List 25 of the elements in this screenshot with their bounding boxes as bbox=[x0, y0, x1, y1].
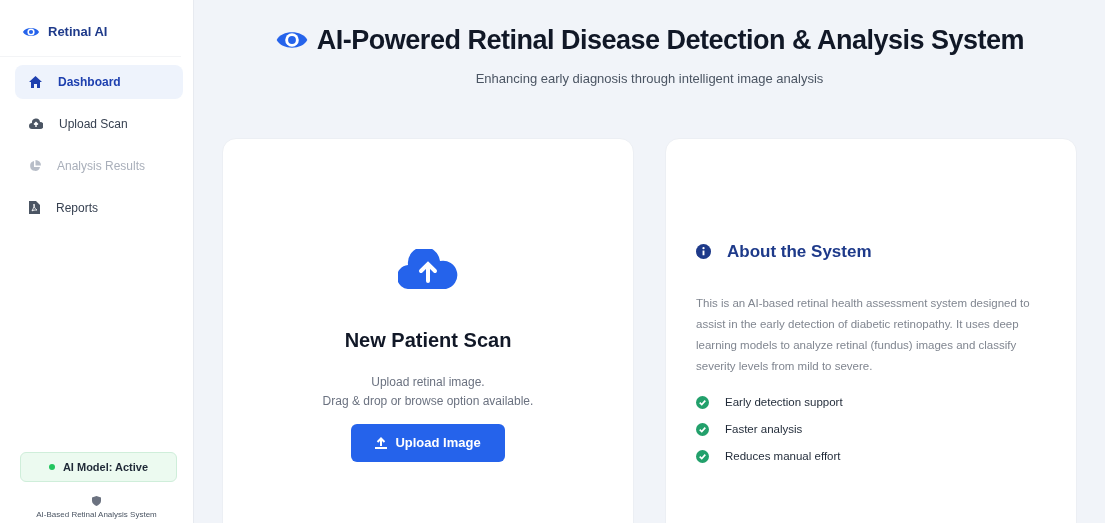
pie-chart-icon bbox=[29, 159, 41, 172]
footer-text: AI-Based Retinal Analysis System bbox=[35, 509, 158, 521]
upload-button[interactable]: Upload Image bbox=[351, 424, 505, 462]
cloud-upload-icon bbox=[29, 118, 43, 129]
brand-name: Retinal AI bbox=[48, 23, 108, 41]
pdf-file-icon bbox=[29, 201, 40, 214]
nav-item[interactable]: Reports bbox=[15, 190, 183, 225]
feature-text: Reduces manual effort bbox=[725, 449, 841, 465]
section-title: About the System bbox=[727, 241, 872, 263]
subtitle: Enhancing early diagnosis through intelligent image analysis bbox=[475, 69, 824, 88]
nav-item[interactable]: Upload Scan bbox=[15, 106, 183, 141]
nav-item[interactable]: Dashboard bbox=[15, 64, 183, 99]
feature-text: Faster analysis bbox=[725, 421, 803, 437]
info-icon bbox=[696, 244, 711, 260]
feature-text: Early detection support bbox=[725, 394, 843, 410]
upload-icon bbox=[375, 436, 388, 449]
card-title: New Patient Scan bbox=[344, 328, 512, 353]
description-text: Drag & drop or browse option available. bbox=[322, 392, 534, 410]
description-paragraph: This is an AI-based retinal health assessment system designed to assist in the early detection of diabetic retinopathy. It uses deep learning models to analyze retinal (fundus) images and classify severity levels from mild to severe. bbox=[696, 295, 1031, 375]
home-icon bbox=[29, 75, 42, 88]
description-text: Upload retinal image. bbox=[370, 374, 486, 391]
cloud-upload-icon bbox=[398, 249, 458, 289]
page-title: AI-Powered Retinal Disease Detection & Analysis System bbox=[316, 24, 1025, 57]
shield-icon bbox=[92, 496, 101, 506]
model-status-badge: AI Model: Active bbox=[20, 451, 177, 482]
